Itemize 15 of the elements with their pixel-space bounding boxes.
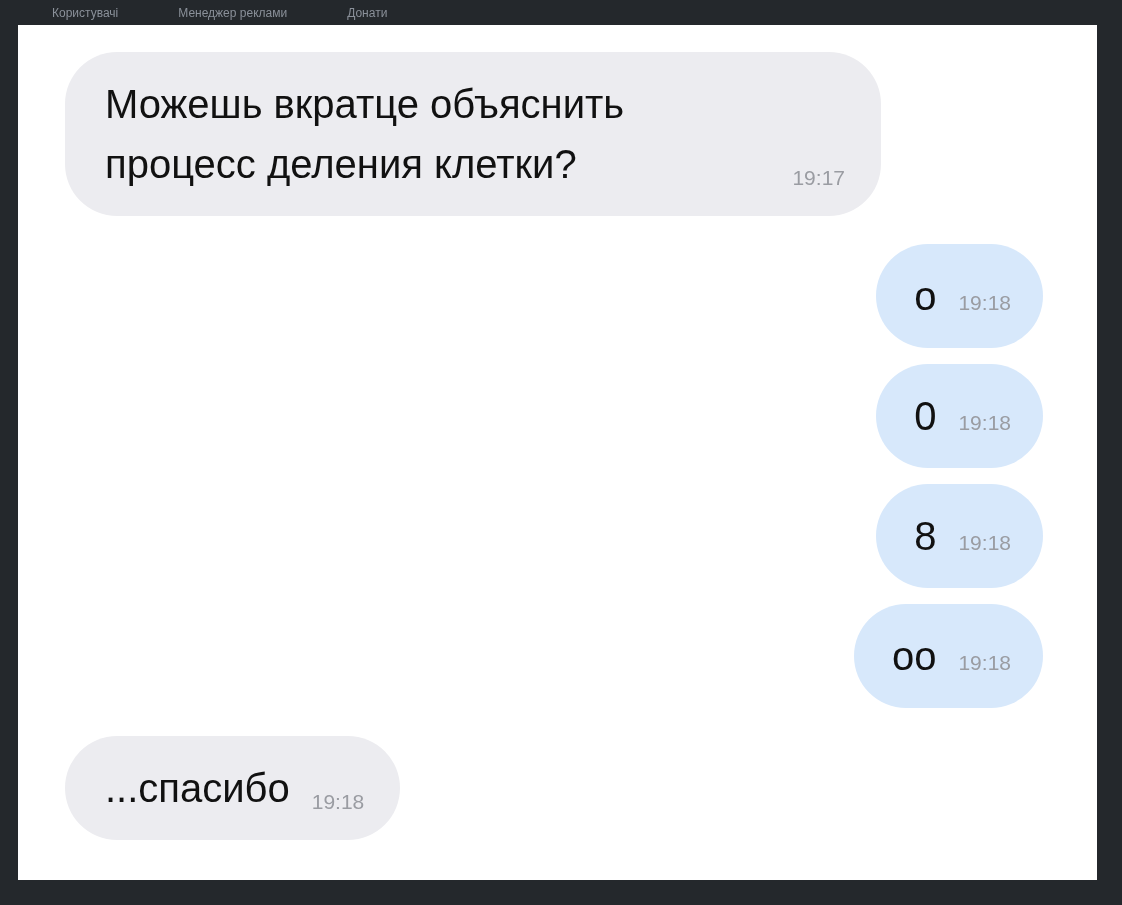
message-text: ...спасибо [105, 765, 290, 812]
message-text: 8 [914, 513, 937, 560]
message-time: 19:17 [792, 166, 845, 191]
message-time: 19:18 [958, 290, 1011, 315]
nav-link[interactable]: Користувачі [52, 5, 119, 20]
message-text: о [914, 273, 937, 320]
message-time: 19:18 [958, 530, 1011, 555]
message-time: 19:18 [311, 790, 365, 815]
message-time: 19:18 [958, 410, 1011, 435]
message-text: 0 [914, 393, 937, 440]
nav-link[interactable]: Донати [347, 5, 388, 20]
message-time: 19:18 [958, 650, 1011, 675]
nav-link[interactable]: Менеджер реклами [178, 5, 288, 20]
message-text: oo [891, 633, 937, 680]
message-text: Можешь вкратце объяснить процесс деления клетки? [105, 81, 626, 188]
